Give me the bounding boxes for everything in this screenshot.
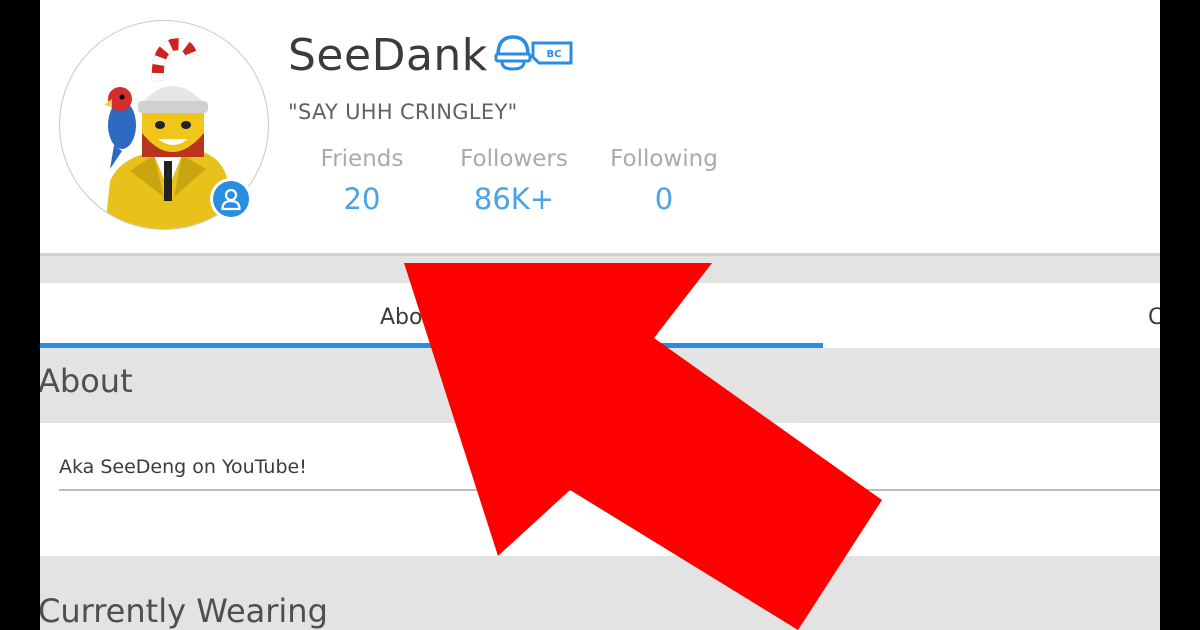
red-arrow xyxy=(404,263,882,630)
